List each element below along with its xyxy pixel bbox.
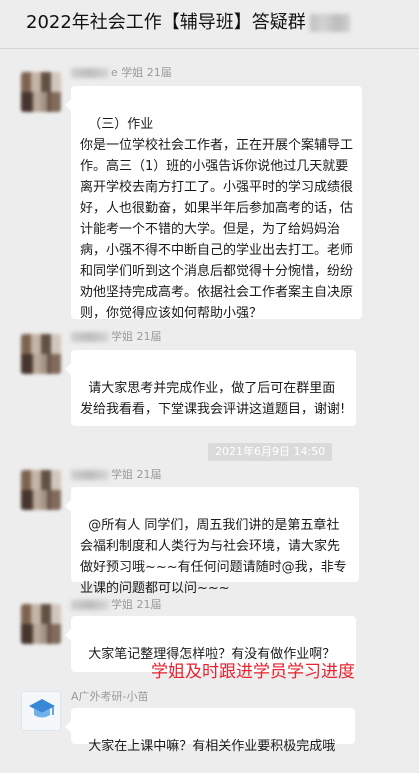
annotation-text: 学姐及时跟进学员学习进度 [151,662,355,682]
avatar[interactable] [21,604,61,644]
message-bubble[interactable]: 请大家思考并完成作业，做了后可在群里面发给我看看，下堂课我会评讲这道题目，谢谢! [65,350,356,426]
redacted-name [71,332,109,342]
message-bubble[interactable]: @所有人 同学们，周五我们讲的是第五章社会福利制度和人类行为与社会环境，请大家先… [65,487,359,596]
sender-name: A广外考研-小苗 [71,690,149,703]
sender-name: e 学姐 21届 [71,66,172,80]
chat-header: 2022年社会工作【辅导班】答疑群 [0,0,419,49]
redacted-name [71,68,109,78]
sender-name: 学姐 21届 [71,598,162,612]
sender-name: 学姐 21届 [71,330,162,344]
avatar[interactable] [21,691,61,731]
message-text: 请大家思考并完成作业，做了后可在群里面发给我看看，下堂课我会评讲这道题目，谢谢! [80,381,346,417]
timestamp: 2021年6月9日 14:50 [208,443,333,461]
avatar[interactable] [21,470,61,510]
message-text: @所有人 同学们，周五我们讲的是第五章社会福利制度和人类行为与社会环境，请大家先… [80,518,347,596]
avatar[interactable] [21,72,61,112]
chat-title: 2022年社会工作【辅导班】答疑群 [26,10,350,36]
avatar[interactable] [21,334,61,374]
redacted-name [71,600,109,610]
redacted-member-count [309,14,350,32]
redacted-name [71,470,109,480]
chat-title-text: 2022年社会工作【辅导班】答疑群 [26,12,306,33]
graduation-cap-icon [29,699,55,718]
message-bubble[interactable]: （三）作业 你是一位学校社会工作者，正在开展个案辅导工作。高三（1）班的小强告诉… [65,86,362,321]
sender-name: 学姐 21届 [71,468,162,482]
message-bubble[interactable]: 大家在上课中嘛？有相关作业要积极完成哦 [65,708,355,754]
message-text: （三）作业 你是一位学校社会工作者，正在开展个案辅导工作。高三（1）班的小强告诉… [80,117,354,321]
